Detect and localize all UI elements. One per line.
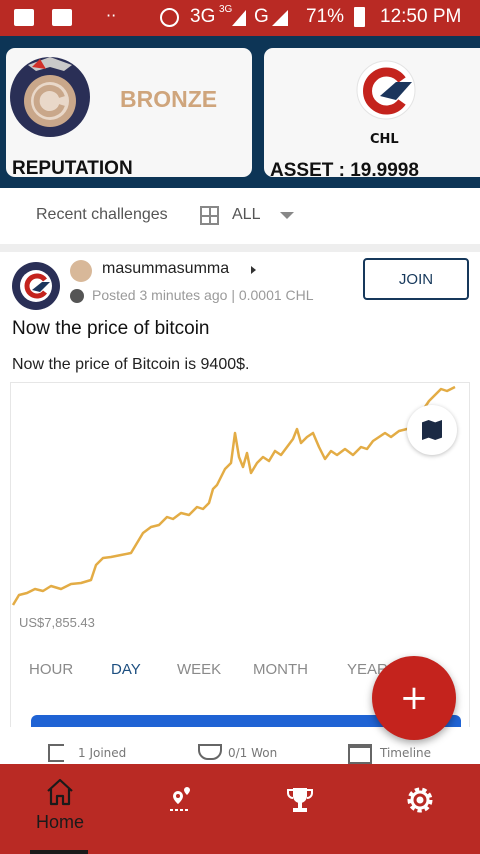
- nav-home-indicator: [30, 850, 88, 854]
- post-title: Now the price of bitcoin: [12, 318, 210, 339]
- joined-flag-icon: [48, 744, 64, 762]
- section-divider: [0, 244, 480, 252]
- author-rank-icon: [70, 260, 92, 282]
- chart-map-button[interactable]: [407, 405, 457, 455]
- range-tab-month[interactable]: MONTH: [253, 661, 308, 678]
- price-line: [11, 385, 456, 606]
- network-type-2: G: [254, 6, 269, 27]
- add-challenge-button[interactable]: +: [372, 656, 456, 740]
- chart-min-price: US$7,855.43: [19, 615, 95, 630]
- home-icon: [47, 778, 73, 806]
- nav-settings[interactable]: [380, 764, 460, 854]
- bottom-navigation: Home: [0, 764, 480, 854]
- won-count: 0/1 Won: [228, 746, 278, 760]
- post-stake: 0.0001 CHL: [238, 287, 314, 303]
- map-icon: [422, 420, 442, 440]
- signal-icon-2: [272, 10, 288, 26]
- post-stats: 1 Joined 0/1 Won Timeline: [0, 742, 480, 764]
- nav-route[interactable]: [140, 764, 220, 854]
- dropdown-arrow-icon[interactable]: [280, 212, 294, 219]
- asset-card[interactable]: CHL ASSET : 19.9998: [264, 48, 480, 181]
- post-meta: Posted 3 minutes ago | 0.0001 CHL: [92, 287, 314, 303]
- clock: 12:50 PM: [380, 6, 462, 27]
- range-tab-week[interactable]: WEEK: [177, 661, 221, 678]
- range-tab-day[interactable]: DAY: [111, 661, 141, 678]
- trophy-icon: [287, 788, 313, 812]
- route-icon: [170, 787, 190, 811]
- signal-icon: [232, 10, 246, 26]
- author-avatar[interactable]: [12, 262, 60, 310]
- nav-home[interactable]: Home: [20, 764, 100, 854]
- image-icon: [52, 9, 72, 26]
- asset-balance: ASSET : 19.9998: [270, 160, 419, 181]
- author-caret-icon: [251, 266, 256, 274]
- more-dots-icon: ··: [106, 6, 117, 25]
- timeline-label[interactable]: Timeline: [380, 746, 431, 760]
- rank-badge-icon: [10, 57, 90, 137]
- meta-separator: |: [231, 287, 235, 303]
- status-bar: ·· 3G 3G G 71% 12:50 PM: [0, 0, 480, 36]
- range-tab-hour[interactable]: HOUR: [29, 661, 73, 678]
- globe-icon: [70, 289, 84, 303]
- reputation-card[interactable]: BRONZE REPUTATION: [6, 48, 252, 179]
- join-button[interactable]: JOIN: [363, 258, 469, 300]
- challenge-filter[interactable]: Recent challenges ALL: [0, 188, 480, 244]
- alarm-icon: [160, 8, 179, 27]
- filter-label: Recent challenges: [36, 206, 168, 223]
- gear-icon: [407, 787, 433, 813]
- nav-trophy[interactable]: [260, 764, 340, 854]
- joined-count: 1 Joined: [78, 746, 127, 760]
- notification-icon: [14, 9, 34, 26]
- network-type: 3G: [190, 6, 216, 27]
- rank-label: BRONZE: [120, 86, 218, 112]
- filter-value[interactable]: ALL: [232, 206, 260, 224]
- nav-home-label: Home: [35, 812, 84, 832]
- grid-icon: [200, 206, 219, 225]
- token-label: CHL: [370, 132, 399, 147]
- battery-icon: [354, 7, 365, 27]
- won-trophy-icon: [198, 744, 222, 760]
- chl-logo-icon: [356, 60, 416, 120]
- reputation-label: REPUTATION: [12, 158, 133, 179]
- calendar-icon: [348, 744, 372, 764]
- network-type-small: 3G: [219, 4, 233, 15]
- plus-icon: +: [399, 678, 429, 718]
- post-body: Now the price of Bitcoin is 9400$.: [12, 356, 250, 373]
- battery-percent: 71%: [306, 6, 345, 27]
- post-time: Posted 3 minutes ago: [92, 287, 228, 303]
- profile-header: BRONZE REPUTATION CHL ASSET : 19.9998: [0, 36, 480, 188]
- author-name[interactable]: masummasumma: [102, 260, 229, 278]
